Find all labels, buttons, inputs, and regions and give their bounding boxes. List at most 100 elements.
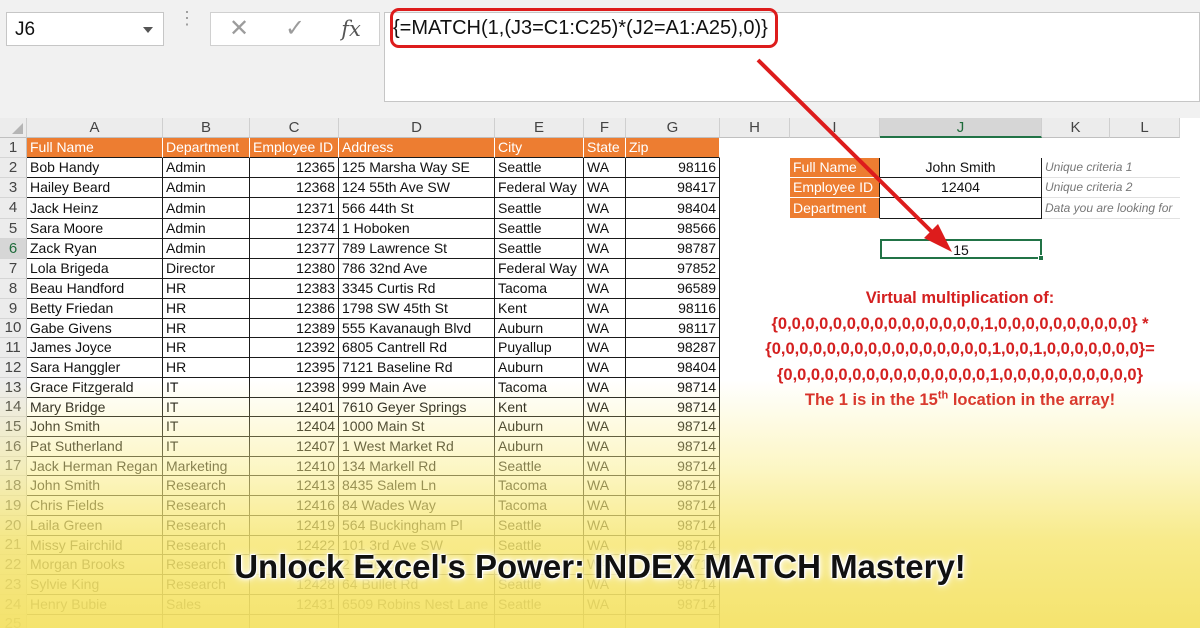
table-cell[interactable]: Auburn [495, 417, 584, 437]
table-cell[interactable]: 84 Wades Way [339, 496, 495, 516]
table-cell[interactable]: WA [584, 378, 626, 398]
table-cell[interactable]: HR [163, 358, 250, 378]
table-cell[interactable]: 98787 [626, 239, 720, 259]
enter-icon[interactable]: ✓ [275, 13, 315, 45]
table-cell[interactable]: James Joyce [27, 338, 163, 358]
table-cell[interactable]: Seattle [495, 457, 584, 476]
table-cell[interactable]: Admin [163, 219, 250, 239]
row-header-8[interactable]: 8 [0, 279, 27, 299]
table-cell[interactable]: 98287 [626, 338, 720, 358]
column-header-k[interactable]: K [1042, 118, 1110, 138]
table-cell[interactable]: IT [163, 437, 250, 457]
table-cell[interactable]: 12371 [250, 198, 339, 219]
table-cell[interactable]: 12416 [250, 496, 339, 516]
table-cell[interactable] [495, 615, 584, 628]
table-cell[interactable]: 12386 [250, 299, 339, 319]
row-header-10[interactable]: 10 [0, 319, 27, 338]
table-cell[interactable]: WA [584, 595, 626, 615]
row-header-20[interactable]: 20 [0, 516, 27, 536]
column-header-f[interactable]: F [584, 118, 626, 138]
table-cell[interactable]: WA [584, 516, 626, 536]
table-cell[interactable]: Auburn [495, 437, 584, 457]
lookup-label-employee-id[interactable]: Employee ID [790, 178, 880, 198]
table-cell[interactable]: Federal Way [495, 178, 584, 198]
table-cell[interactable]: 12380 [250, 259, 339, 279]
table-cell[interactable]: 98714 [626, 516, 720, 536]
row-header-4[interactable]: 4 [0, 198, 27, 219]
table-cell[interactable]: 12401 [250, 398, 339, 417]
table-cell[interactable]: 98404 [626, 358, 720, 378]
row-header-6[interactable]: 6 [0, 239, 27, 259]
table-cell[interactable]: 12383 [250, 279, 339, 299]
fill-handle[interactable] [1038, 255, 1044, 261]
table-cell[interactable]: 1 Hoboken [339, 219, 495, 239]
table-cell[interactable]: WA [584, 239, 626, 259]
table-cell[interactable]: IT [163, 398, 250, 417]
table-cell[interactable]: Jack Heinz [27, 198, 163, 219]
table-cell[interactable]: Research [163, 516, 250, 536]
row-header-16[interactable]: 16 [0, 437, 27, 457]
column-header-a[interactable]: A [27, 118, 163, 138]
table-cell[interactable]: Bob Handy [27, 158, 163, 178]
table-cell[interactable]: 98714 [626, 398, 720, 417]
table-cell[interactable]: WA [584, 198, 626, 219]
table-cell[interactable] [584, 615, 626, 628]
table-cell[interactable]: 555 Kavanaugh Blvd [339, 319, 495, 338]
table-cell[interactable]: Chris Fields [27, 496, 163, 516]
table-cell[interactable]: 98566 [626, 219, 720, 239]
table-cell[interactable]: Pat Sutherland [27, 437, 163, 457]
lookup-value[interactable]: John Smith [880, 158, 1042, 178]
table-cell[interactable]: Puyallup [495, 338, 584, 358]
column-header-g[interactable]: G [626, 118, 720, 138]
table-cell[interactable]: Betty Friedan [27, 299, 163, 319]
table-cell[interactable]: Director [163, 259, 250, 279]
row-header-25[interactable]: 25 [0, 615, 27, 628]
row-header-3[interactable]: 3 [0, 178, 27, 198]
column-header-b[interactable]: B [163, 118, 250, 138]
table-header-state[interactable]: State [584, 138, 626, 158]
column-header-l[interactable]: L [1110, 118, 1180, 138]
table-cell[interactable] [339, 615, 495, 628]
table-cell[interactable]: John Smith [27, 417, 163, 437]
table-cell[interactable]: 12431 [250, 595, 339, 615]
table-cell[interactable]: Seattle [495, 198, 584, 219]
result-cell[interactable]: 15 [880, 239, 1042, 259]
table-cell[interactable]: 98714 [626, 378, 720, 398]
table-cell[interactable]: Federal Way [495, 259, 584, 279]
table-cell[interactable]: Seattle [495, 516, 584, 536]
table-cell[interactable]: Admin [163, 198, 250, 219]
lookup-value[interactable]: 12404 [880, 178, 1042, 198]
row-header-24[interactable]: 24 [0, 595, 27, 615]
table-cell[interactable]: Grace Fitzgerald [27, 378, 163, 398]
table-cell[interactable]: 6805 Cantrell Rd [339, 338, 495, 358]
row-header-18[interactable]: 18 [0, 476, 27, 496]
more-options-icon[interactable]: ⋮ [178, 9, 196, 27]
table-cell[interactable]: 98714 [626, 417, 720, 437]
table-cell[interactable]: 7121 Baseline Rd [339, 358, 495, 378]
table-cell[interactable]: Sara Hanggler [27, 358, 163, 378]
cancel-icon[interactable]: ✕ [219, 13, 259, 45]
table-cell[interactable]: IT [163, 417, 250, 437]
row-header-15[interactable]: 15 [0, 417, 27, 437]
table-header-department[interactable]: Department [163, 138, 250, 158]
table-header-address[interactable]: Address [339, 138, 495, 158]
table-cell[interactable]: 124 55th Ave SW [339, 178, 495, 198]
table-cell[interactable] [163, 615, 250, 628]
table-cell[interactable]: Tacoma [495, 476, 584, 496]
table-cell[interactable]: Admin [163, 158, 250, 178]
table-cell[interactable]: IT [163, 378, 250, 398]
table-cell[interactable]: WA [584, 398, 626, 417]
table-cell[interactable]: 98714 [626, 437, 720, 457]
table-cell[interactable]: WA [584, 158, 626, 178]
row-header-2[interactable]: 2 [0, 158, 27, 178]
table-cell[interactable]: 12374 [250, 219, 339, 239]
table-cell[interactable]: Kent [495, 299, 584, 319]
lookup-value[interactable] [880, 198, 1042, 219]
lookup-label-full-name[interactable]: Full Name [790, 158, 880, 178]
table-cell[interactable]: 12377 [250, 239, 339, 259]
table-cell[interactable]: 12389 [250, 319, 339, 338]
table-cell[interactable]: 125 Marsha Way SE [339, 158, 495, 178]
table-cell[interactable]: Sales [163, 595, 250, 615]
table-cell[interactable]: 98116 [626, 158, 720, 178]
table-cell[interactable]: Seattle [495, 595, 584, 615]
